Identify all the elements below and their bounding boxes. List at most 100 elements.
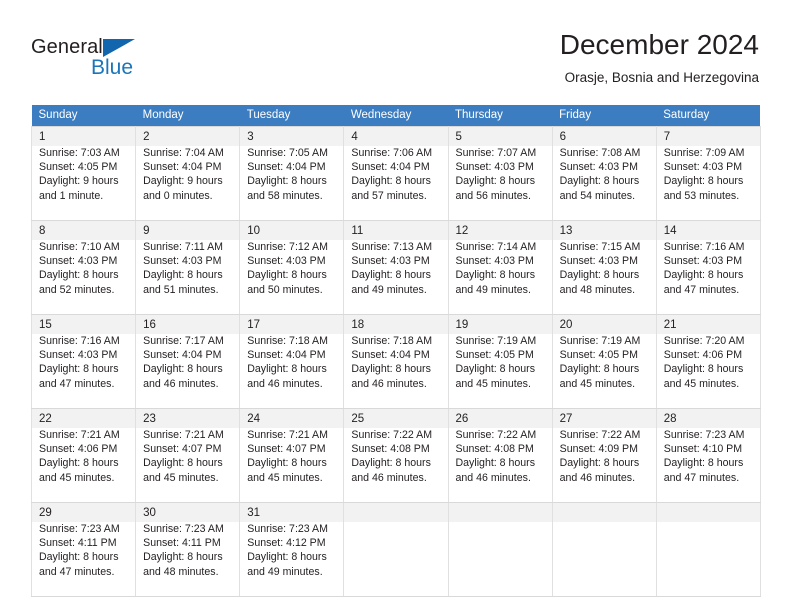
- day-sunset-text: Sunset: 4:06 PM: [663, 349, 743, 362]
- day-info-cell[interactable]: Sunrise: 7:16 AM Sunset: 4:03 PM Daylight:…: [655, 240, 761, 315]
- day-info-cell[interactable]: Sunrise: 7:15 AM Sunset: 4:03 PM Daylight:…: [551, 240, 657, 315]
- day-info-cell[interactable]: Sunrise: 7:18 AM Sunset: 4:04 PM Daylight:…: [343, 334, 449, 409]
- day-number-cell[interactable]: 21: [655, 314, 761, 334]
- day-number-cell[interactable]: 5: [447, 126, 553, 146]
- day-number-cell[interactable]: 31: [239, 502, 345, 522]
- day-info-cell[interactable]: Sunrise: 7:23 AM Sunset: 4:12 PM Daylight:…: [239, 522, 345, 597]
- day-sunset-text: Sunset: 4:08 PM: [351, 443, 430, 456]
- day-info-cell[interactable]: Sunrise: 7:14 AM Sunset: 4:03 PM Daylight:…: [447, 240, 553, 315]
- day-daylight-line1-text: Daylight: 8 hours: [455, 269, 536, 282]
- day-number-cell[interactable]: 16: [135, 314, 241, 334]
- day-number-cell[interactable]: 10: [239, 220, 345, 240]
- day-number-cell[interactable]: 30: [135, 502, 241, 522]
- day-sunrise-text: Sunrise: 7:10 AM: [39, 241, 120, 253]
- day-sunrise-text: Sunrise: 7:11 AM: [143, 241, 224, 253]
- day-number-cell[interactable]: 7: [655, 126, 761, 146]
- day-info-cell[interactable]: Sunrise: 7:21 AM Sunset: 4:06 PM Daylight:…: [30, 428, 137, 503]
- day-sunset-text: Sunset: 4:04 PM: [351, 349, 430, 362]
- day-number-cell[interactable]: 22: [30, 408, 137, 428]
- day-info-cell[interactable]: Sunrise: 7:22 AM Sunset: 4:09 PM Daylight:…: [551, 428, 657, 503]
- day-number-cell[interactable]: 9: [135, 220, 241, 240]
- day-number-cell[interactable]: 19: [447, 314, 553, 334]
- day-sunrise-text: Sunrise: 7:13 AM: [351, 241, 433, 253]
- day-number-cell[interactable]: 2: [135, 126, 241, 146]
- day-daylight-line2-text: and 0 minutes.: [143, 189, 213, 202]
- day-daylight-line1-text: Daylight: 8 hours: [39, 457, 119, 470]
- day-number-empty: [343, 502, 449, 522]
- day-info-cell[interactable]: Sunrise: 7:23 AM Sunset: 4:10 PM Daylight:…: [655, 428, 761, 503]
- day-sunset-text: Sunset: 4:03 PM: [455, 161, 534, 174]
- day-number-cell[interactable]: 23: [135, 408, 241, 428]
- day-sunset-text: Sunset: 4:03 PM: [559, 255, 638, 268]
- day-number-cell[interactable]: 8: [30, 220, 137, 240]
- day-daylight-line1-text: Daylight: 8 hours: [143, 457, 223, 470]
- day-info-cell[interactable]: Sunrise: 7:19 AM Sunset: 4:05 PM Daylight:…: [551, 334, 657, 409]
- day-info-cell[interactable]: Sunrise: 7:16 AM Sunset: 4:03 PM Daylight:…: [30, 334, 137, 409]
- day-number-cell[interactable]: 3: [239, 126, 345, 146]
- day-info-cell[interactable]: Sunrise: 7:12 AM Sunset: 4:03 PM Daylight:…: [239, 240, 345, 315]
- day-number-cell[interactable]: 15: [30, 314, 137, 334]
- day-number-cell[interactable]: 26: [447, 408, 553, 428]
- day-info-cell[interactable]: Sunrise: 7:06 AM Sunset: 4:04 PM Daylight:…: [343, 146, 449, 221]
- week-info-row: Sunrise: 7:10 AM Sunset: 4:03 PM Daylight:…: [30, 240, 761, 315]
- day-number-cell[interactable]: 27: [551, 408, 657, 428]
- week-daynum-row: 1234567: [30, 126, 761, 146]
- day-number-cell[interactable]: 25: [343, 408, 449, 428]
- day-sunrise-text: Sunrise: 7:22 AM: [559, 429, 641, 441]
- day-sunset-text: Sunset: 4:03 PM: [559, 161, 638, 174]
- weekday-header-thursday: Thursday: [448, 105, 553, 127]
- day-info-cell[interactable]: Sunrise: 7:04 AM Sunset: 4:04 PM Daylight:…: [135, 146, 241, 221]
- day-number-cell[interactable]: 20: [551, 314, 657, 334]
- day-info-cell[interactable]: Sunrise: 7:07 AM Sunset: 4:03 PM Daylight:…: [447, 146, 553, 221]
- day-sunset-text: Sunset: 4:11 PM: [143, 537, 221, 550]
- day-daylight-line1-text: Daylight: 8 hours: [559, 457, 640, 470]
- day-daylight-line2-text: and 46 minutes.: [559, 471, 636, 484]
- brand-logo[interactable]: General Blue: [31, 36, 171, 84]
- day-info-cell[interactable]: Sunrise: 7:09 AM Sunset: 4:03 PM Daylight:…: [655, 146, 761, 221]
- day-info-cell[interactable]: Sunrise: 7:22 AM Sunset: 4:08 PM Daylight:…: [447, 428, 553, 503]
- day-info-cell[interactable]: Sunrise: 7:03 AM Sunset: 4:05 PM Daylight:…: [30, 146, 137, 221]
- day-number-cell[interactable]: 4: [343, 126, 449, 146]
- day-number-cell[interactable]: 29: [30, 502, 137, 522]
- day-number-cell[interactable]: 1: [30, 126, 137, 146]
- weekday-header-tuesday: Tuesday: [239, 105, 344, 127]
- day-number-cell[interactable]: 17: [239, 314, 345, 334]
- day-info-empty: [551, 522, 657, 597]
- day-number-empty: [447, 502, 553, 522]
- day-sunrise-text: Sunrise: 7:19 AM: [455, 335, 537, 347]
- page-subtitle: Orasje, Bosnia and Herzegovina: [564, 70, 759, 85]
- day-number-cell[interactable]: 14: [655, 220, 761, 240]
- day-sunset-text: Sunset: 4:07 PM: [143, 443, 222, 456]
- day-info-cell[interactable]: Sunrise: 7:21 AM Sunset: 4:07 PM Daylight:…: [239, 428, 345, 503]
- day-info-cell[interactable]: Sunrise: 7:18 AM Sunset: 4:04 PM Daylight:…: [239, 334, 345, 409]
- day-info-cell[interactable]: Sunrise: 7:22 AM Sunset: 4:08 PM Daylight:…: [343, 428, 449, 503]
- day-info-cell[interactable]: Sunrise: 7:10 AM Sunset: 4:03 PM Daylight:…: [30, 240, 137, 315]
- day-info-cell[interactable]: Sunrise: 7:23 AM Sunset: 4:11 PM Daylight:…: [135, 522, 241, 597]
- day-info-cell[interactable]: Sunrise: 7:20 AM Sunset: 4:06 PM Daylight:…: [655, 334, 761, 409]
- day-number-cell[interactable]: 24: [239, 408, 345, 428]
- brand-triangle-icon: [103, 39, 135, 57]
- day-daylight-line2-text: and 51 minutes.: [143, 283, 219, 296]
- day-sunrise-text: Sunrise: 7:12 AM: [247, 241, 328, 253]
- day-info-cell[interactable]: Sunrise: 7:13 AM Sunset: 4:03 PM Daylight:…: [343, 240, 449, 315]
- day-sunset-text: Sunset: 4:04 PM: [143, 349, 222, 362]
- day-info-cell[interactable]: Sunrise: 7:05 AM Sunset: 4:04 PM Daylight:…: [239, 146, 345, 221]
- day-sunset-text: Sunset: 4:04 PM: [143, 161, 222, 174]
- day-info-cell[interactable]: Sunrise: 7:08 AM Sunset: 4:03 PM Daylight:…: [551, 146, 657, 221]
- day-sunrise-text: Sunrise: 7:22 AM: [455, 429, 537, 441]
- day-info-cell[interactable]: Sunrise: 7:11 AM Sunset: 4:03 PM Daylight:…: [135, 240, 241, 315]
- day-daylight-line2-text: and 1 minute.: [39, 189, 104, 202]
- day-daylight-line1-text: Daylight: 8 hours: [559, 269, 640, 282]
- day-number-cell[interactable]: 18: [343, 314, 449, 334]
- day-info-cell[interactable]: Sunrise: 7:17 AM Sunset: 4:04 PM Daylight:…: [135, 334, 241, 409]
- day-number-cell[interactable]: 28: [655, 408, 761, 428]
- day-number-cell[interactable]: 6: [551, 126, 657, 146]
- day-number-cell[interactable]: 12: [447, 220, 553, 240]
- calendar-page: General Blue December 2024 Orasje, Bosni…: [0, 0, 792, 612]
- day-number-cell[interactable]: 13: [551, 220, 657, 240]
- day-info-cell[interactable]: Sunrise: 7:23 AM Sunset: 4:11 PM Daylight:…: [30, 522, 137, 597]
- day-number-cell[interactable]: 11: [343, 220, 449, 240]
- day-info-cell[interactable]: Sunrise: 7:19 AM Sunset: 4:05 PM Daylight:…: [447, 334, 553, 409]
- day-info-cell[interactable]: Sunrise: 7:21 AM Sunset: 4:07 PM Daylight:…: [135, 428, 241, 503]
- day-daylight-line1-text: Daylight: 8 hours: [143, 363, 223, 376]
